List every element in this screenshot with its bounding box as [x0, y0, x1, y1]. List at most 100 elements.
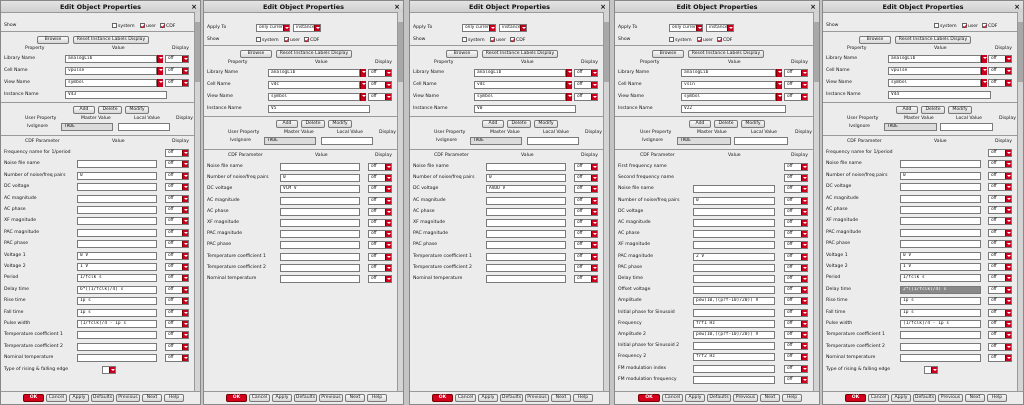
instance-name-field[interactable]: V0: [474, 105, 576, 113]
cdf-value-field[interactable]: [280, 241, 360, 249]
view-name-field[interactable]: symbol: [681, 93, 776, 101]
previous-button[interactable]: Previous: [938, 394, 963, 402]
cdf-value-field[interactable]: [77, 183, 157, 191]
display-dropdown[interactable]: off: [165, 263, 189, 271]
cdf-value-field[interactable]: [693, 365, 775, 373]
display-dropdown[interactable]: off: [165, 183, 189, 191]
cdf-value-field[interactable]: 1p s: [77, 297, 157, 305]
display-dropdown[interactable]: off: [784, 197, 808, 205]
display-dropdown[interactable]: off: [165, 55, 189, 63]
cell-name-field[interactable]: vdc: [268, 81, 360, 89]
cdf-checkbox[interactable]: CDF: [717, 37, 732, 43]
cdf-value-field[interactable]: [486, 230, 566, 238]
display-dropdown[interactable]: off: [165, 195, 189, 203]
display-dropdown[interactable]: off: [784, 376, 808, 384]
cdf-value-field[interactable]: 2*((1/fclk)/4) s: [900, 286, 981, 294]
display-dropdown[interactable]: off: [988, 79, 1012, 87]
cdf-value-field[interactable]: frf1 Hz: [693, 320, 775, 328]
lvsignore-local-value[interactable]: [321, 137, 373, 145]
cdf-value-field[interactable]: VCM V: [280, 185, 360, 193]
display-dropdown[interactable]: off: [784, 264, 808, 272]
cdf-value-field[interactable]: [693, 376, 775, 384]
apply-button[interactable]: Apply: [891, 394, 911, 402]
cdf-value-field[interactable]: 0: [693, 197, 775, 205]
user-checkbox[interactable]: user: [697, 37, 713, 43]
display-dropdown[interactable]: off: [784, 219, 808, 227]
display-dropdown[interactable]: off: [165, 343, 189, 351]
cdf-value-field[interactable]: 1p s: [900, 309, 981, 317]
cdf-value-field[interactable]: [693, 208, 775, 216]
display-dropdown[interactable]: off: [165, 274, 189, 282]
previous-button[interactable]: Previous: [116, 394, 140, 402]
next-button[interactable]: Next: [551, 394, 571, 402]
display-dropdown[interactable]: off: [368, 185, 392, 193]
display-dropdown[interactable]: off: [988, 240, 1012, 248]
cdf-value-field[interactable]: [77, 229, 157, 237]
cdf-value-field[interactable]: 1/fclk s: [77, 274, 157, 282]
cdf-value-field[interactable]: [693, 275, 775, 283]
display-dropdown[interactable]: off: [784, 163, 808, 171]
cdf-value-field[interactable]: frf2 Hz: [693, 353, 775, 361]
chevron-down-icon[interactable]: [566, 69, 572, 77]
chevron-down-icon[interactable]: [981, 67, 987, 75]
next-button[interactable]: Next: [142, 394, 162, 402]
cdf-value-field[interactable]: [900, 217, 981, 225]
cdf-value-field[interactable]: [900, 206, 981, 214]
cdf-value-field[interactable]: [486, 197, 566, 205]
display-dropdown[interactable]: off: [988, 149, 1012, 157]
view-name-field[interactable]: symbol: [268, 93, 360, 101]
cdf-value-field[interactable]: [900, 160, 981, 168]
display-dropdown[interactable]: off: [165, 331, 189, 339]
chevron-down-icon[interactable]: [776, 93, 782, 101]
display-dropdown[interactable]: off: [165, 354, 189, 362]
display-dropdown[interactable]: off: [988, 286, 1012, 294]
lvsignore-local-value[interactable]: [118, 123, 170, 131]
display-dropdown[interactable]: off: [784, 353, 808, 361]
display-dropdown[interactable]: off: [988, 67, 1012, 75]
edge-type-dropdown[interactable]: [102, 366, 116, 374]
display-dropdown[interactable]: off: [368, 253, 392, 261]
scrollbar-thumb[interactable]: [195, 22, 200, 82]
display-dropdown[interactable]: off: [988, 252, 1012, 260]
library-name-field[interactable]: analogLib: [474, 69, 566, 77]
display-dropdown[interactable]: off: [574, 81, 598, 89]
display-dropdown[interactable]: off: [988, 343, 1012, 351]
system-checkbox[interactable]: system: [462, 37, 485, 43]
display-dropdown[interactable]: off: [368, 81, 392, 89]
previous-button[interactable]: Previous: [733, 394, 758, 402]
cell-name-field[interactable]: vpulse: [65, 67, 157, 75]
cdf-value-field[interactable]: 0: [77, 172, 157, 180]
cdf-value-field[interactable]: 0: [280, 174, 360, 182]
cdf-value-field[interactable]: 1p s: [900, 297, 981, 305]
display-dropdown[interactable]: off: [784, 93, 808, 101]
display-dropdown[interactable]: off: [368, 264, 392, 272]
display-dropdown[interactable]: off: [165, 252, 189, 260]
scrollbar-thumb[interactable]: [1018, 22, 1023, 82]
cell-name-field[interactable]: vsin: [681, 81, 776, 89]
display-dropdown[interactable]: off: [574, 275, 598, 283]
display-dropdown[interactable]: off: [574, 197, 598, 205]
instance-name-field[interactable]: V5: [268, 105, 370, 113]
reset-instance-labels-button[interactable]: Reset Instance Labels Display: [482, 50, 558, 58]
next-button[interactable]: Next: [345, 394, 365, 402]
cdf-value-field[interactable]: [693, 309, 775, 317]
display-dropdown[interactable]: off: [988, 183, 1012, 191]
display-dropdown[interactable]: off: [574, 174, 598, 182]
modify-button[interactable]: Modify: [534, 120, 558, 128]
reset-instance-labels-button[interactable]: Reset Instance Labels Display: [895, 36, 971, 44]
apply-button[interactable]: Apply: [272, 394, 292, 402]
display-dropdown[interactable]: off: [165, 79, 189, 87]
apply-to-type-dropdown[interactable]: instance: [293, 24, 321, 32]
cdf-value-field[interactable]: [486, 241, 566, 249]
vertical-scrollbar[interactable]: [397, 12, 403, 391]
user-checkbox[interactable]: user: [284, 37, 300, 43]
cdf-value-field[interactable]: 0: [486, 174, 566, 182]
display-dropdown[interactable]: off: [165, 67, 189, 75]
cdf-value-field[interactable]: [486, 275, 566, 283]
chevron-down-icon[interactable]: [776, 81, 782, 89]
display-dropdown[interactable]: off: [574, 241, 598, 249]
help-button[interactable]: Help: [987, 394, 1007, 402]
modify-button[interactable]: Modify: [125, 106, 149, 114]
cdf-value-field[interactable]: [693, 219, 775, 227]
cdf-value-field[interactable]: pow(10,((prf-10)/20)) V: [693, 331, 775, 339]
